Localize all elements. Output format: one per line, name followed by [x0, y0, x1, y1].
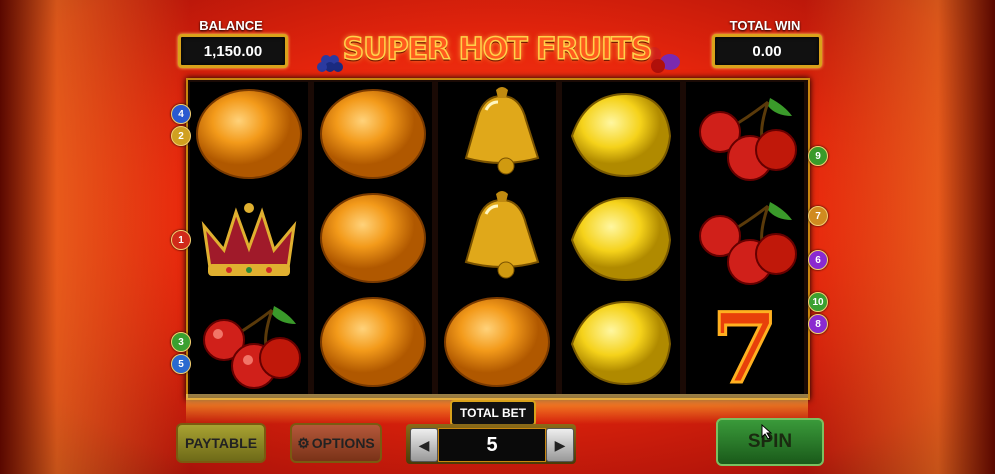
options-button[interactable]: ⚙ OPTIONS [290, 423, 382, 463]
payline-badge-right[interactable]: 10 [808, 292, 828, 312]
orange-icon [444, 297, 550, 387]
reel-5-symbol-3: 7 [686, 290, 804, 394]
reel-2-symbol-1 [314, 82, 432, 186]
bet-increase-button[interactable]: ▶ [546, 428, 574, 462]
svg-text:7: 7 [712, 294, 779, 390]
cherries-icon [203, 306, 301, 389]
gear-icon: ⚙ [297, 434, 310, 451]
reel-4-symbol-3 [562, 290, 680, 394]
total-bet-label: TOTAL BET [450, 400, 536, 426]
reel-3-symbol-2 [438, 186, 556, 290]
reel-4-symbol-2 [562, 186, 680, 290]
reel-area: 7 [186, 78, 810, 400]
reel-1-symbol-2 [190, 186, 308, 290]
reel-5-symbol-1 [686, 82, 804, 186]
balance-value: 1,150.00 [178, 34, 288, 68]
grapes-icon [317, 55, 343, 72]
payline-badge-left[interactable]: 5 [171, 354, 191, 374]
bell-icon [464, 87, 540, 175]
reel-3-symbol-3 [438, 290, 556, 394]
total-win-value: 0.00 [712, 34, 822, 68]
reel-3-symbol-1 [438, 82, 556, 186]
chevron-right-icon: ▶ [554, 436, 566, 453]
options-label: OPTIONS [311, 435, 375, 451]
flame-border-right [805, 0, 995, 474]
game-logo: SUPER HOT FRUITS [312, 30, 684, 78]
lemon-icon [570, 196, 672, 282]
orange-icon [320, 89, 426, 179]
orange-icon [320, 193, 426, 283]
payline-badge-right[interactable]: 7 [808, 206, 828, 226]
payline-badge-left[interactable]: 2 [171, 126, 191, 146]
mouse-cursor-icon [761, 424, 773, 440]
payline-badge-right[interactable]: 8 [808, 314, 828, 334]
reel-2-symbol-3 [314, 290, 432, 394]
payline-badge-left[interactable]: 1 [171, 230, 191, 250]
reel-2 [314, 82, 432, 394]
reel-1-symbol-3 [190, 290, 308, 394]
cherries-icon [699, 202, 797, 285]
reel-5: 7 [686, 82, 804, 394]
bet-value: 5 [438, 428, 546, 462]
reel-3 [438, 82, 556, 394]
lemon-icon [570, 92, 672, 178]
chevron-left-icon: ◀ [418, 436, 430, 453]
reel-1-symbol-1 [190, 82, 308, 186]
payline-badge-left[interactable]: 4 [171, 104, 191, 124]
seven-icon: 7 [710, 294, 780, 390]
crown-icon [201, 203, 297, 276]
cherries-icon [699, 98, 797, 181]
reel-4 [562, 82, 680, 394]
bet-decrease-button[interactable]: ◀ [410, 428, 438, 462]
reel-2-symbol-2 [314, 186, 432, 290]
lemon-icon [570, 300, 672, 386]
payline-badge-left[interactable]: 3 [171, 332, 191, 352]
paytable-button[interactable]: PAYTABLE [176, 423, 266, 463]
reel-1 [190, 82, 308, 394]
reel-5-symbol-2 [686, 186, 804, 290]
balance-label: BALANCE [199, 18, 263, 33]
payline-badge-right[interactable]: 9 [808, 146, 828, 166]
orange-icon [196, 89, 302, 179]
payline-badge-right[interactable]: 6 [808, 250, 828, 270]
orange-icon [320, 297, 426, 387]
logo-text: SUPER HOT FRUITS [342, 31, 653, 68]
flame-border-left [0, 0, 190, 474]
bell-icon [464, 191, 540, 279]
total-win-label: TOTAL WIN [729, 18, 801, 33]
reel-4-symbol-1 [562, 82, 680, 186]
